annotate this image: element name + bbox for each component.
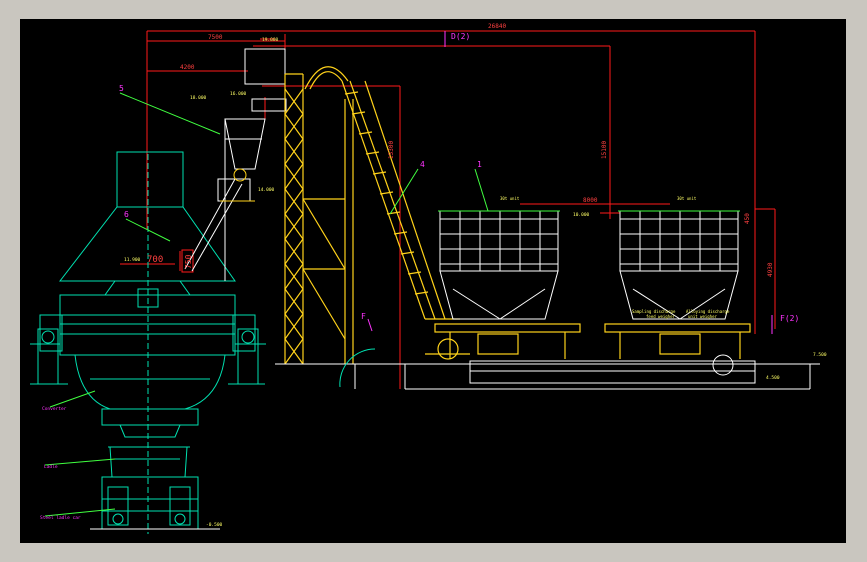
elevation-marks: 19.000 18.000 16.000 14.000 11.900 7.500… (124, 37, 827, 528)
cad-viewport: 26840 7500 4200 8000 15300 15100 4930 45… (0, 0, 867, 562)
bunker-left-top: 30t unit (500, 196, 520, 201)
elevation-6: 7.500 (813, 352, 827, 358)
leader-5: 5 (119, 84, 124, 93)
elevation-2: 18.000 (190, 95, 207, 101)
dim-converter-offset: 700 (147, 255, 163, 265)
dim-span-c: 8000 (583, 197, 598, 204)
bunker-right-top: 30t unit (677, 196, 697, 201)
weigh-feeders (434, 323, 751, 359)
bunker-left-weigh-sub: feed weigher (646, 314, 675, 319)
dim-height-conveyor: 15300 (388, 141, 395, 159)
hopper-chute (184, 48, 287, 281)
view-marker-f: F(2) (780, 314, 799, 323)
label-steel-ladle-car: Steel ladle car (40, 515, 81, 521)
dimension-texts: 26840 7500 4200 8000 15300 15100 4930 45… (180, 23, 774, 277)
view-marker-d: D(2) (451, 32, 470, 41)
elevation-9: -0.500 (206, 522, 223, 528)
view-marker-lines (367, 31, 773, 334)
label-converter: Converter (42, 406, 67, 412)
dim-converter-height: 750 (184, 254, 193, 269)
dim-bunker-top: 450 (744, 213, 751, 224)
view-markers: D(2) F(2) F (361, 32, 799, 323)
leader-4: 4 (420, 160, 425, 169)
bunker-labels: 30t unit 30t unit Sampling discharge fee… (500, 196, 730, 319)
elevation-3: 16.000 (230, 91, 247, 97)
dim-span-b: 4200 (180, 64, 195, 71)
elevation-7: 4.500 (766, 375, 780, 381)
dim-height-mid: 15100 (601, 141, 608, 159)
leaders (44, 92, 489, 517)
converter-feeding-system-drawing: 26840 7500 4200 8000 15300 15100 4930 45… (30, 23, 827, 534)
view-marker-f-small: F (361, 312, 366, 321)
dim-overall: 26840 (488, 23, 506, 30)
dim-height-right: 4930 (767, 262, 774, 277)
elevation-1: 19.000 (262, 37, 279, 43)
label-ladle: Ladle (44, 464, 58, 470)
truss-tower (284, 73, 354, 365)
bunker-right (619, 210, 739, 320)
elevation-4: 14.000 (258, 187, 275, 193)
bunker-right-weigh-sub: unit weigher (688, 314, 717, 319)
elevation-5: 11.900 (124, 257, 141, 263)
collecting-conveyor (469, 354, 756, 384)
bunker-left (439, 210, 559, 320)
elevation-8: 10.000 (573, 212, 590, 218)
belt-conveyor (304, 66, 470, 360)
leader-6: 6 (124, 210, 129, 219)
dim-span-a: 7500 (208, 34, 223, 41)
converter-assembly (30, 151, 266, 534)
leader-1: 1 (477, 160, 482, 169)
drawing-canvas[interactable]: 26840 7500 4200 8000 15300 15100 4930 45… (20, 19, 846, 543)
